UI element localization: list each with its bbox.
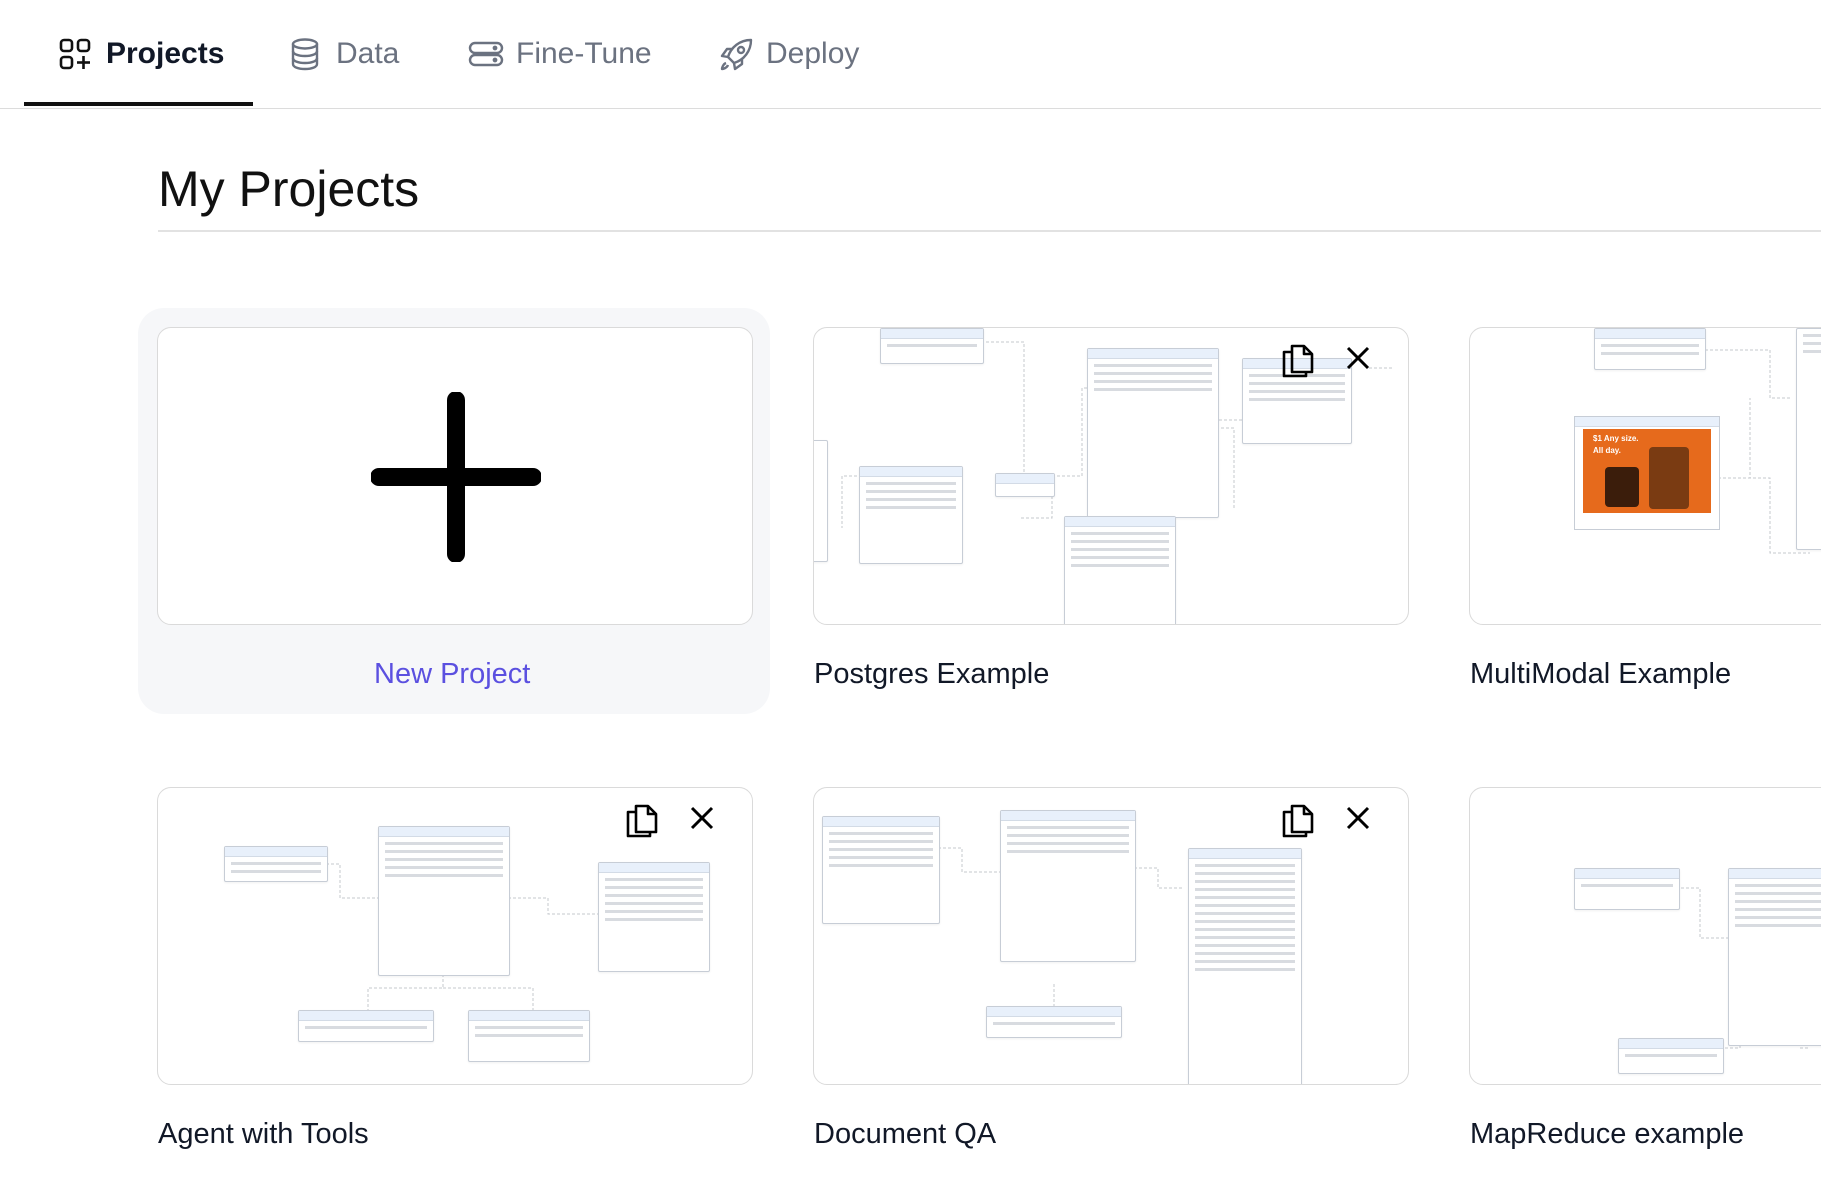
plus-icon [370,391,542,563]
project-label-document-qa[interactable]: Document QA [814,1118,996,1151]
server-stack-icon [468,37,504,71]
project-card-multimodal[interactable]: $1 Any size. All day. [1469,327,1821,625]
tab-deploy[interactable]: Deploy [718,0,859,108]
project-card-agent[interactable] [157,787,753,1085]
copy-icon[interactable] [1278,798,1318,838]
copy-icon[interactable] [622,798,662,838]
tab-fine-tune[interactable]: Fine-Tune [468,0,652,108]
active-tab-indicator [24,102,253,106]
flow-thumbnail [1470,788,1821,1084]
coffee-ad-image: $1 Any size. All day. [1583,429,1711,513]
project-label-agent[interactable]: Agent with Tools [158,1118,369,1151]
database-icon [288,37,322,71]
squares-plus-icon [58,37,92,71]
tab-fine-tune-label: Fine-Tune [516,37,652,70]
new-project-label[interactable]: New Project [374,658,530,691]
project-card-mapreduce[interactable] [1469,787,1821,1085]
project-card-postgres[interactable] [813,327,1409,625]
copy-icon[interactable] [1278,338,1318,378]
card-actions [1278,798,1378,838]
tab-data[interactable]: Data [288,0,399,108]
page-title: My Projects [158,161,420,217]
close-icon[interactable] [1338,338,1378,378]
tab-deploy-label: Deploy [766,37,860,70]
tab-projects-label: Projects [106,37,225,70]
project-label-postgres[interactable]: Postgres Example [814,658,1049,691]
rocket-icon [718,37,753,71]
close-icon[interactable] [682,798,722,838]
flow-thumbnail: $1 Any size. All day. [1470,328,1821,624]
new-project-card[interactable] [157,327,753,625]
project-card-document-qa[interactable] [813,787,1409,1085]
card-actions [1278,338,1378,378]
project-label-mapreduce[interactable]: MapReduce example [1470,1118,1744,1151]
top-nav: Projects Data Fine-Tune Deploy [0,0,1821,109]
title-divider [158,230,1821,232]
project-label-multimodal[interactable]: MultiModal Example [1470,658,1731,691]
card-actions [622,798,722,838]
tab-projects[interactable]: Projects [58,0,224,108]
close-icon[interactable] [1338,798,1378,838]
tab-data-label: Data [336,37,400,70]
